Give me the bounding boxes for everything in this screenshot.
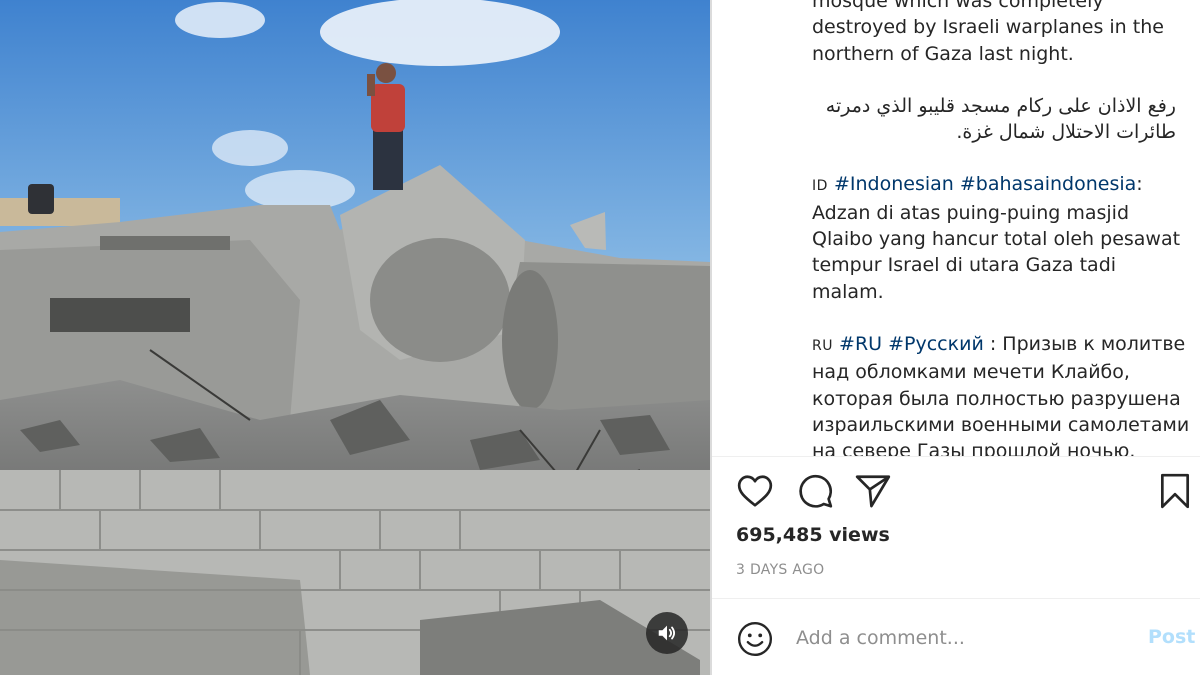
- caption-english: mosque which was completely destroyed by…: [812, 0, 1192, 67]
- emoji-icon: [737, 621, 773, 657]
- caption-english-line: destroyed by Israeli warplanes in the: [812, 16, 1164, 39]
- comment-bubble-icon: [799, 474, 833, 508]
- language-code: ID: [812, 178, 828, 195]
- hashtag-link[interactable]: #RU: [839, 333, 882, 355]
- post-timestamp[interactable]: 3 DAYS AGO: [736, 562, 824, 578]
- share-button[interactable]: [854, 472, 894, 512]
- action-bar: [736, 472, 1192, 512]
- post-comment-button[interactable]: Post: [1148, 626, 1195, 648]
- caption-english-line: northern of Gaza last night.: [812, 42, 1074, 65]
- comment-form: Post: [712, 598, 1200, 675]
- language-code: RU: [812, 337, 833, 354]
- caption-arabic: رفع الاذان على ركام مسجد قليبو الذي دمرت…: [825, 94, 1176, 144]
- like-button[interactable]: [736, 472, 776, 512]
- emoji-button[interactable]: [736, 620, 774, 658]
- post-video[interactable]: [0, 0, 710, 675]
- bookmark-icon: [1160, 473, 1190, 509]
- caption-english-line: mosque which was completely: [812, 0, 1104, 12]
- caption-indonesian-text: Adzan di atas puing-puing masjid Qlaibo …: [812, 201, 1181, 303]
- hashtag-link[interactable]: #Русский: [888, 333, 984, 355]
- comment-button[interactable]: [796, 472, 836, 512]
- sound-toggle-button[interactable]: [646, 612, 688, 654]
- caption-russian: RU #RU #Русский : Призыв к молитве над о…: [812, 331, 1192, 456]
- post-details-panel: mosque which was completely destroyed by…: [712, 0, 1200, 675]
- hashtag-link[interactable]: #bahasaindonesia: [960, 173, 1136, 195]
- comment-input[interactable]: [796, 620, 1116, 656]
- hashtag-link[interactable]: #Indonesian: [834, 173, 954, 195]
- video-frame: [0, 0, 710, 675]
- speaker-icon: [658, 625, 676, 641]
- save-button[interactable]: [1156, 472, 1196, 512]
- heart-icon: [737, 475, 773, 507]
- view-count[interactable]: 695,485 views: [736, 524, 890, 546]
- paper-plane-icon: [855, 475, 891, 508]
- section-divider: [712, 456, 1200, 457]
- caption-indonesian: ID #Indonesian #bahasaindonesia: Adzan d…: [812, 173, 1181, 303]
- post-caption: mosque which was completely destroyed by…: [812, 0, 1192, 456]
